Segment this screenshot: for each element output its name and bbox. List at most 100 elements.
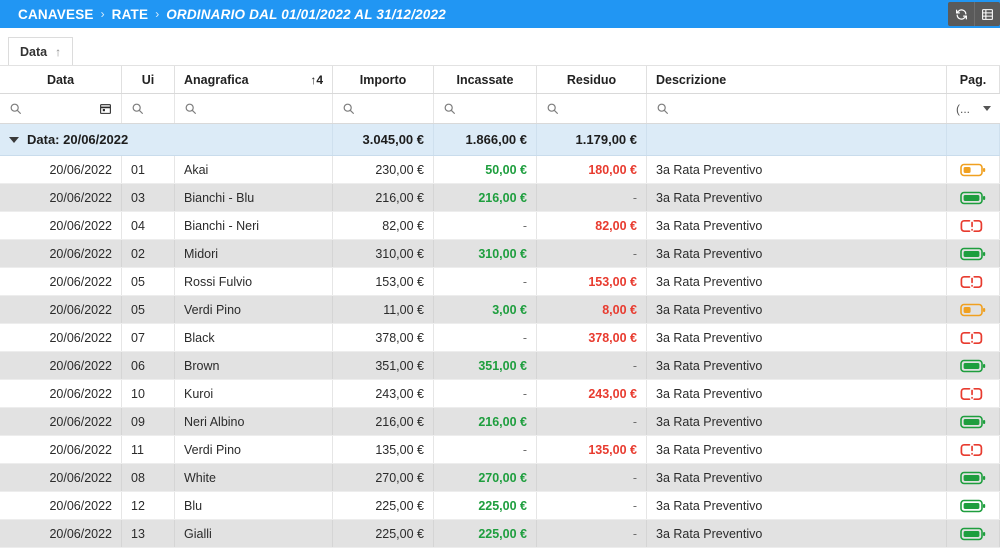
payment-status-badge[interactable] — [947, 380, 1000, 407]
payment-status-badge[interactable] — [947, 436, 1000, 463]
filter-cell-pag[interactable]: (... — [947, 94, 1000, 123]
table-row[interactable]: 20/06/2022 10 Kuroi 243,00 € -243,00 €3a Rat… — [0, 380, 1000, 408]
group-summary-label-cell[interactable]: Data: 20/06/2022 — [0, 124, 333, 155]
filter-cell-data[interactable] — [0, 94, 122, 123]
breadcrumb-item-section[interactable]: RATE — [112, 7, 149, 22]
cell-importo: 310,00 € — [333, 240, 434, 267]
payment-status-badge[interactable] — [947, 408, 1000, 435]
group-summary-importo: 3.045,00 € — [333, 124, 434, 155]
group-by-chip-label: Data — [20, 44, 48, 59]
table-row[interactable]: 20/06/2022 11 Verdi Pino 135,00 € -135,00 €3… — [0, 436, 1000, 464]
cell-ui: 11 — [122, 436, 175, 463]
cell-ui: 06 — [122, 352, 175, 379]
column-header-pag[interactable]: Pag. — [947, 66, 1000, 93]
data-grid: Data Ui Anagrafica ↑4 Importo Incassate … — [0, 66, 1000, 548]
filter-cell-ui[interactable] — [122, 94, 175, 123]
cell-importo: 225,00 € — [333, 492, 434, 519]
cell-importo: 270,00 € — [333, 464, 434, 491]
table-row[interactable]: 20/06/2022 13 Gialli 225,00 €225,00 € -3a Ra… — [0, 520, 1000, 548]
column-header-data[interactable]: Data — [0, 66, 122, 93]
table-row[interactable]: 20/06/2022 12 Blu 225,00 €225,00 € -3a Rata … — [0, 492, 1000, 520]
cell-ui: 01 — [122, 156, 175, 183]
cell-incassate: - — [434, 212, 537, 239]
payment-status-badge[interactable] — [947, 296, 1000, 323]
table-row[interactable]: 20/06/2022 09 Neri Albino 216,00 €216,00 € -… — [0, 408, 1000, 436]
cell-residuo: 153,00 € — [537, 268, 647, 295]
table-row[interactable]: 20/06/2022 08 White 270,00 €270,00 € -3a Rat… — [0, 464, 1000, 492]
payment-status-badge[interactable] — [947, 212, 1000, 239]
payment-status-badge[interactable] — [947, 184, 1000, 211]
column-header-anagrafica[interactable]: Anagrafica ↑4 — [175, 66, 333, 93]
group-summary-label: Data: 20/06/2022 — [27, 132, 129, 147]
cell-incassate: - — [434, 380, 537, 407]
filter-cell-incassate[interactable] — [434, 94, 537, 123]
filter-cell-anagrafica[interactable] — [175, 94, 333, 123]
cell-ui: 09 — [122, 408, 175, 435]
sort-indicator-icon[interactable]: ↑4 — [310, 73, 323, 87]
cell-importo: 225,00 € — [333, 520, 434, 547]
payment-status-badge[interactable] — [947, 352, 1000, 379]
cell-residuo: - — [537, 464, 647, 491]
column-header-incassate[interactable]: Incassate — [434, 66, 537, 93]
cell-anagrafica: Brown — [175, 352, 333, 379]
table-row[interactable]: 20/06/2022 05 Rossi Fulvio 153,00 € -153,00 … — [0, 268, 1000, 296]
table-row[interactable]: 20/06/2022 05 Verdi Pino 11,00 €3,00 €8,00 … — [0, 296, 1000, 324]
cell-incassate: 225,00 € — [434, 492, 537, 519]
group-by-chip-data[interactable]: Data ↑ — [8, 37, 74, 65]
table-row[interactable]: 20/06/2022 01 Akai 230,00 €50,00 €180,00 €3… — [0, 156, 1000, 184]
breadcrumb-item-company[interactable]: CANAVESE — [18, 7, 94, 22]
filter-cell-descrizione[interactable] — [647, 94, 947, 123]
payment-status-badge[interactable] — [947, 240, 1000, 267]
payment-status-badge[interactable] — [947, 464, 1000, 491]
breadcrumb-separator-icon: › — [155, 7, 160, 21]
cell-anagrafica: Verdi Pino — [175, 436, 333, 463]
search-icon — [546, 102, 559, 115]
breadcrumb: CANAVESE › RATE › ORDINARIO DAL 01/01/20… — [18, 7, 446, 22]
cell-descrizione: 3a Rata Preventivo — [647, 436, 947, 463]
collapse-triangle-icon[interactable] — [9, 136, 19, 143]
payment-status-badge[interactable] — [947, 520, 1000, 547]
cell-data: 20/06/2022 — [0, 520, 122, 547]
breadcrumb-separator-icon: › — [100, 7, 105, 21]
calendar-icon[interactable] — [99, 102, 112, 115]
cell-data: 20/06/2022 — [0, 352, 122, 379]
column-header-ui[interactable]: Ui — [122, 66, 175, 93]
table-row[interactable]: 20/06/2022 04 Bianchi - Neri 82,00 € -82,00 … — [0, 212, 1000, 240]
breadcrumb-item-current: ORDINARIO DAL 01/01/2022 AL 31/12/2022 — [166, 6, 446, 22]
payment-status-badge[interactable] — [947, 324, 1000, 351]
table-row[interactable]: 20/06/2022 03 Bianchi - Blu 216,00 €216,00 … — [0, 184, 1000, 212]
cell-incassate: 50,00 € — [434, 156, 537, 183]
cell-ui: 03 — [122, 184, 175, 211]
cell-ui: 05 — [122, 268, 175, 295]
chevron-down-icon[interactable] — [983, 106, 991, 111]
payment-status-badge[interactable] — [947, 492, 1000, 519]
cell-residuo: - — [537, 184, 647, 211]
column-header-residuo[interactable]: Residuo — [537, 66, 647, 93]
cell-importo: 135,00 € — [333, 436, 434, 463]
column-header-importo[interactable]: Importo — [333, 66, 434, 93]
cell-importo: 243,00 € — [333, 380, 434, 407]
cell-ui: 05 — [122, 296, 175, 323]
cell-residuo: 243,00 € — [537, 380, 647, 407]
filter-cell-residuo[interactable] — [537, 94, 647, 123]
sort-ascending-icon[interactable]: ↑ — [55, 45, 61, 59]
cell-data: 20/06/2022 — [0, 408, 122, 435]
table-row[interactable]: 20/06/2022 07 Black 378,00 € -378,00 €3a Rat… — [0, 324, 1000, 352]
payment-status-badge[interactable] — [947, 268, 1000, 295]
grid-options-button[interactable] — [974, 2, 1000, 26]
filter-value-pag: (... — [956, 101, 970, 116]
filter-cell-importo[interactable] — [333, 94, 434, 123]
cell-importo: 230,00 € — [333, 156, 434, 183]
search-icon — [184, 102, 197, 115]
refresh-button[interactable] — [948, 2, 974, 26]
group-summary-row[interactable]: Data: 20/06/2022 3.045,00 € 1.866,00 € 1… — [0, 124, 1000, 156]
table-row[interactable]: 20/06/2022 06 Brown 351,00 €351,00 € -3a Rat… — [0, 352, 1000, 380]
cell-ui: 13 — [122, 520, 175, 547]
column-header-descrizione[interactable]: Descrizione — [647, 66, 947, 93]
search-icon — [9, 102, 22, 115]
grid-header-row: Data Ui Anagrafica ↑4 Importo Incassate … — [0, 66, 1000, 94]
payment-status-badge[interactable] — [947, 156, 1000, 183]
cell-anagrafica: Akai — [175, 156, 333, 183]
cell-incassate: 216,00 € — [434, 408, 537, 435]
table-row[interactable]: 20/06/2022 02 Midori 310,00 €310,00 € -3a Ra… — [0, 240, 1000, 268]
